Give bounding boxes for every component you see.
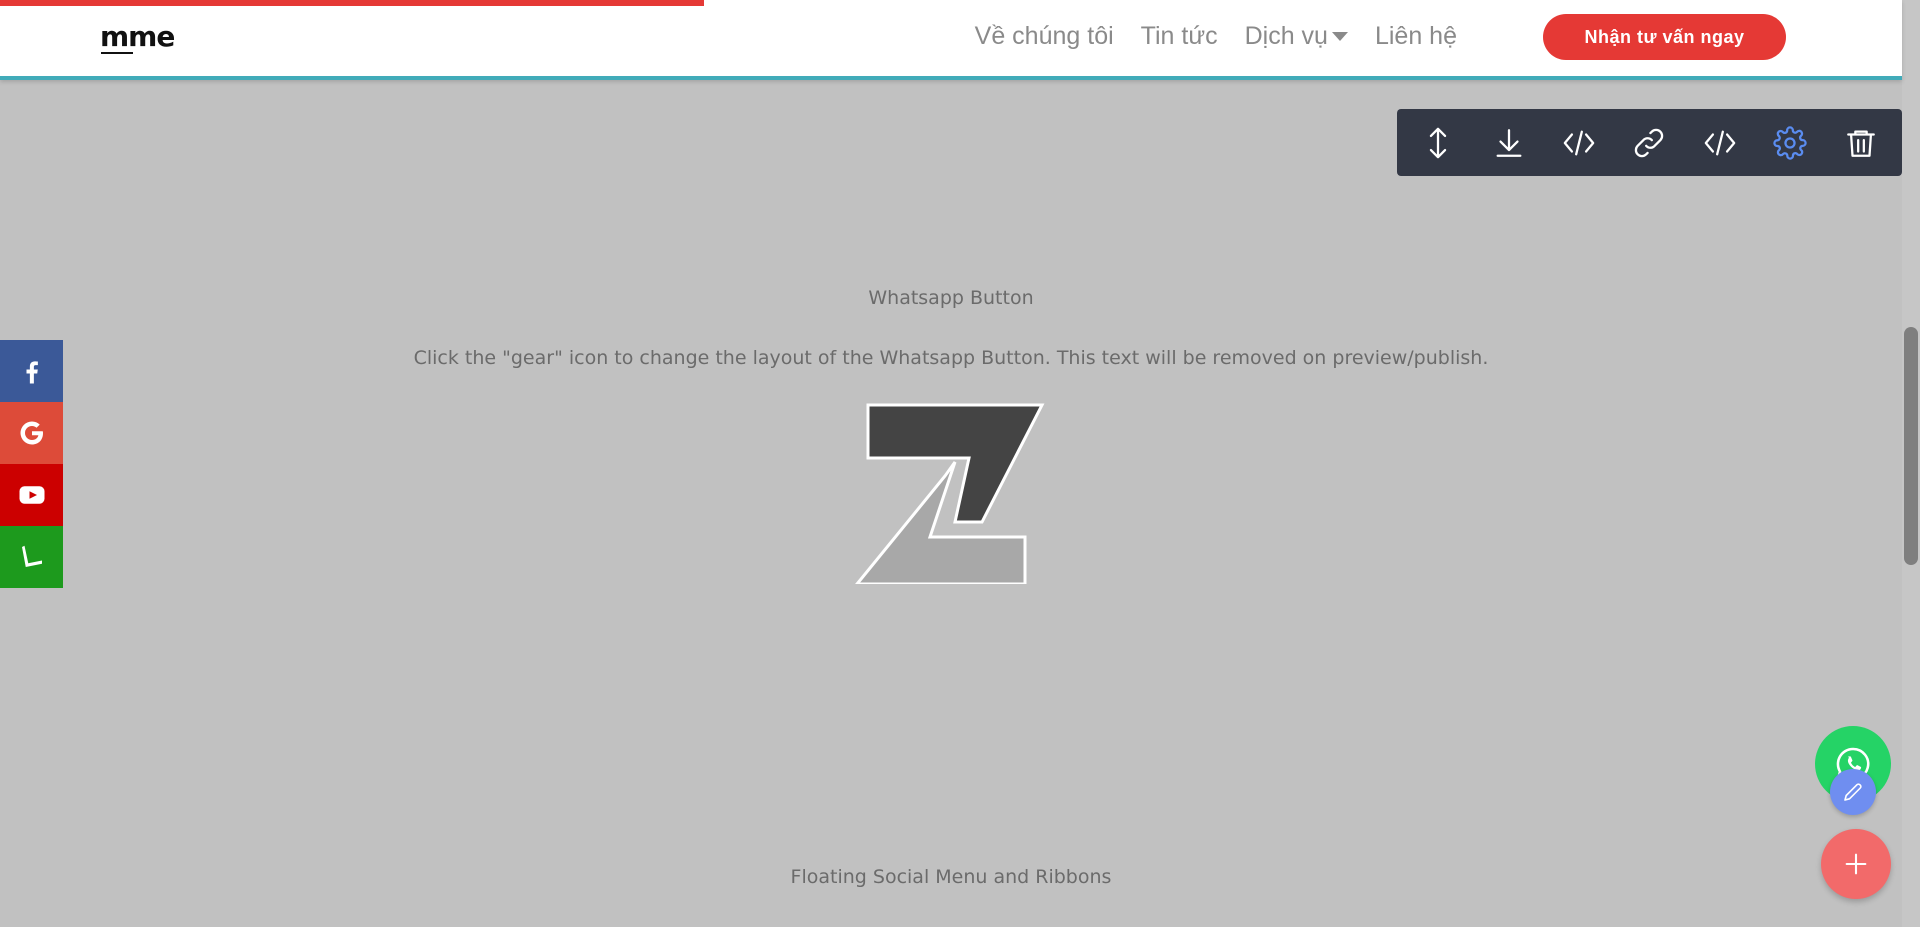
site-header: mme Về chúng tôi Tin tức Dịch vụ Liên hệ… — [0, 0, 1902, 80]
line-link[interactable] — [0, 526, 63, 588]
youtube-link[interactable] — [0, 464, 63, 526]
facebook-link[interactable] — [0, 340, 63, 402]
instruction-text: Click the "gear" icon to change the layo… — [413, 347, 1489, 369]
section-title: Whatsapp Button — [868, 287, 1034, 309]
gear-icon[interactable] — [1760, 113, 1820, 173]
youtube-icon — [19, 486, 44, 504]
chevron-down-icon — [1331, 32, 1348, 41]
google-link[interactable] — [0, 402, 63, 464]
page-progress-fill — [0, 0, 704, 6]
nav-link-services[interactable]: Dịch vụ — [1245, 22, 1348, 51]
floating-social-menu — [0, 340, 63, 588]
html-code-icon[interactable] — [1690, 113, 1750, 173]
block-toolbar — [1397, 109, 1902, 176]
line-icon — [21, 545, 42, 567]
logo-underline — [101, 52, 133, 54]
facebook-icon — [26, 361, 38, 384]
page-progress-bar — [0, 0, 1902, 6]
nav-link-contact[interactable]: Liên hệ — [1375, 22, 1457, 51]
z-logo-icon — [855, 403, 1045, 584]
edit-button[interactable] — [1830, 769, 1876, 815]
link-icon[interactable] — [1619, 113, 1679, 173]
code-icon[interactable] — [1549, 113, 1609, 173]
nav-link-services-label: Dịch vụ — [1244, 22, 1328, 50]
move-updown-icon[interactable] — [1408, 113, 1468, 173]
google-icon — [19, 421, 43, 445]
page-scrollbar[interactable] — [1902, 0, 1920, 927]
nav-link-about[interactable]: Về chúng tôi — [975, 22, 1114, 51]
consult-now-button[interactable]: Nhận tư vấn ngay — [1543, 14, 1786, 60]
download-icon[interactable] — [1479, 113, 1539, 173]
pencil-icon — [1844, 783, 1862, 801]
scrollbar-thumb[interactable] — [1904, 327, 1918, 565]
trash-icon[interactable] — [1831, 113, 1891, 173]
add-block-button[interactable] — [1821, 829, 1891, 899]
nav-link-news[interactable]: Tin tức — [1141, 22, 1218, 51]
plus-icon — [1845, 853, 1867, 875]
site-logo[interactable]: mme — [100, 20, 175, 53]
next-section-title: Floating Social Menu and Ribbons — [790, 866, 1112, 888]
main-nav: Về chúng tôi Tin tức Dịch vụ Liên hệ — [975, 22, 1457, 51]
